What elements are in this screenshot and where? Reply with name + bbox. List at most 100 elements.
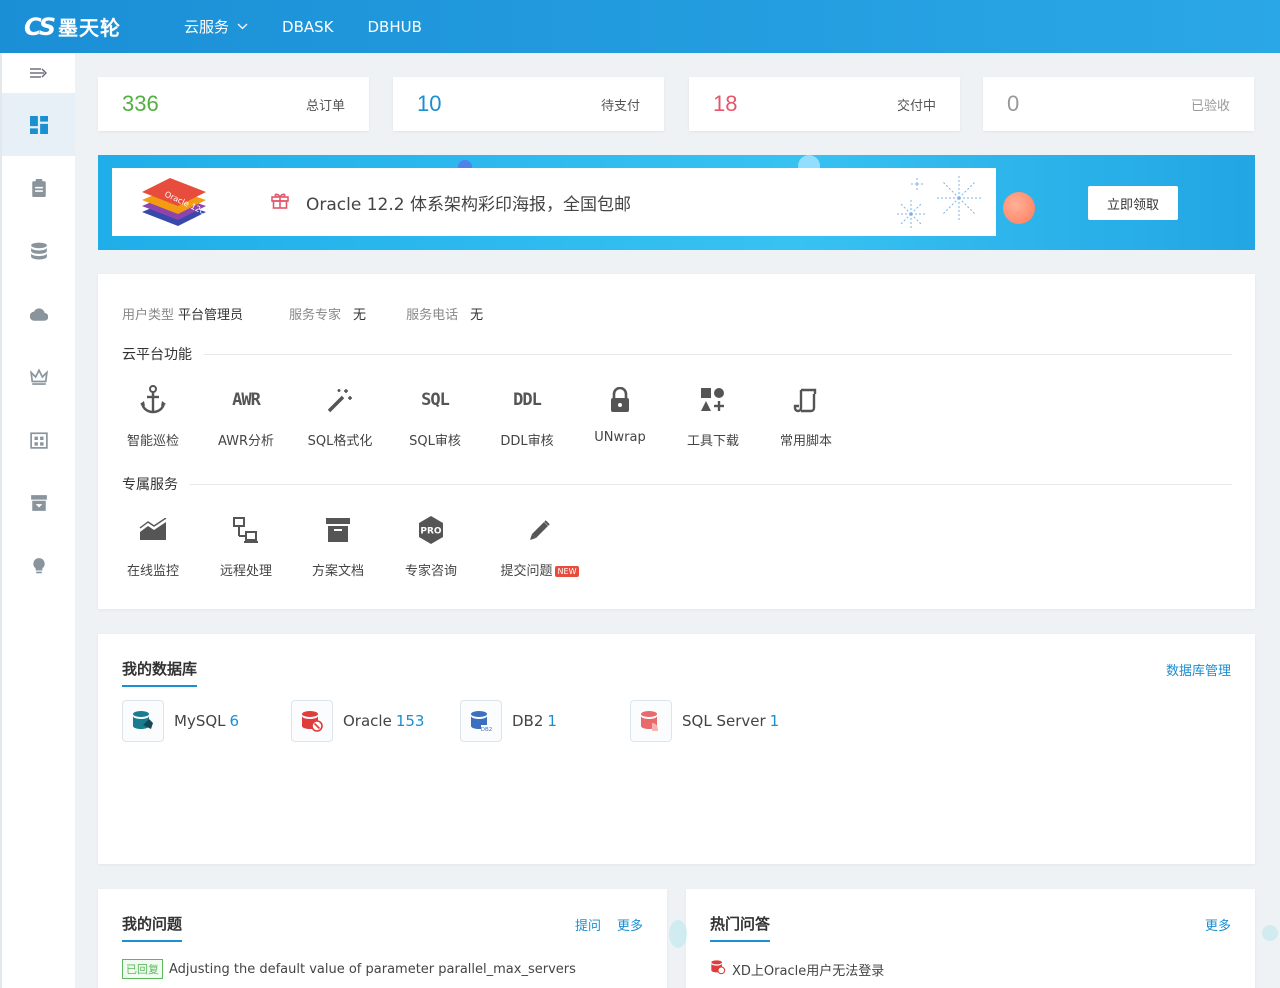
promo-banner[interactable]: Oracle 12c Oracle 12.2 体系架构彩印海报，全国包邮 立即领… — [98, 155, 1255, 250]
ddl-icon: DDL — [513, 390, 542, 410]
stat-value: 0 — [1007, 91, 1020, 116]
oracle-poster-graphic: Oracle 12c — [138, 174, 210, 236]
db-count: 153 — [395, 712, 425, 730]
tool-label: UNwrap — [594, 430, 646, 445]
service-label-text: 提交问题 — [500, 564, 553, 579]
service-online-monitor[interactable]: 在线监控 — [113, 512, 193, 579]
tool-ddl-review[interactable]: DDL DDL审核 — [487, 382, 567, 449]
stat-value: 336 — [122, 91, 159, 116]
sql-icon: SQL — [421, 390, 450, 410]
stat-card-total-orders[interactable]: 336 总订单 — [98, 77, 369, 131]
logo-mark: CS — [24, 12, 56, 41]
fireworks-graphic — [887, 170, 997, 238]
banner-content: Oracle 12c Oracle 12.2 体系架构彩印海报，全国包邮 — [112, 168, 996, 236]
nav-item-dbhub[interactable]: DBHUB — [367, 18, 421, 36]
sidebar-item-calendar[interactable] — [2, 408, 75, 471]
lightbulb-icon — [32, 557, 45, 573]
sidebar-item-vip[interactable] — [2, 345, 75, 408]
decorative-dot — [1262, 925, 1278, 941]
tool-label: 工具下载 — [686, 434, 739, 449]
decorative-orb — [1003, 192, 1035, 224]
db-item-mysql[interactable]: MySQL 6 — [122, 700, 239, 742]
tool-awr-analysis[interactable]: AWR AWR分析 — [206, 382, 286, 449]
stat-card-pending-payment[interactable]: 10 待支付 — [393, 77, 664, 131]
claim-now-button[interactable]: 立即领取 — [1088, 186, 1178, 220]
nav-item-cloud-service[interactable]: 云服务 — [184, 16, 248, 37]
tool-common-scripts[interactable]: 常用脚本 — [766, 382, 846, 449]
stat-card-accepted[interactable]: 0 已验收 — [983, 77, 1254, 131]
tool-smart-inspection[interactable]: 智能巡检 — [113, 382, 193, 449]
database-manage-link[interactable]: 数据库管理 — [1166, 660, 1231, 679]
logo-text: 墨天轮 — [58, 16, 122, 40]
divider — [204, 353, 1232, 355]
stat-label: 总订单 — [305, 98, 345, 114]
tool-sql-format[interactable]: SQL格式化 — [300, 382, 380, 449]
service-remote-handling[interactable]: 远程处理 — [206, 512, 286, 579]
nav-item-label: DBHUB — [367, 17, 422, 36]
db-item-db2[interactable]: DB2 DB2 1 — [460, 700, 557, 742]
lock-icon — [580, 382, 660, 418]
stat-card-delivering[interactable]: 18 交付中 — [689, 77, 960, 131]
cloud-icon — [29, 307, 48, 321]
tool-sql-review[interactable]: SQL SQL审核 — [395, 382, 475, 449]
cloud-functions-title: 云平台功能 — [122, 344, 1232, 364]
sqlserver-icon — [630, 700, 672, 742]
sidebar-item-dashboard[interactable] — [2, 93, 75, 156]
more-link[interactable]: 更多 — [617, 915, 643, 934]
logo[interactable]: CS 墨天轮 — [24, 12, 164, 41]
menu-expand-icon[interactable] — [2, 53, 75, 93]
svg-text:PRO: PRO — [420, 527, 442, 537]
sidebar-item-orders[interactable] — [2, 156, 75, 219]
mysql-icon — [122, 700, 164, 742]
sidebar-item-archive[interactable] — [2, 471, 75, 534]
stat-label: 已验收 — [1190, 98, 1230, 114]
gift-icon — [270, 190, 290, 214]
pencil-icon — [490, 512, 590, 548]
archive-box-icon — [298, 512, 378, 548]
db-count: 6 — [229, 712, 240, 730]
remote-icon — [206, 512, 286, 548]
sidebar-item-database[interactable] — [2, 219, 75, 282]
service-label: 提交问题 NEW — [490, 560, 590, 579]
db-count: 1 — [769, 712, 780, 730]
service-submit-question[interactable]: 提交问题 NEW — [490, 512, 590, 579]
db-name: DB2 — [512, 712, 544, 730]
section-title-text: 云平台功能 — [122, 347, 192, 363]
service-label: 在线监控 — [126, 564, 179, 579]
service-phone-key: 服务电话 — [406, 308, 459, 323]
question-row[interactable]: 已回复 Adjusting the default value of param… — [122, 959, 576, 979]
service-expert-value: 无 — [353, 308, 367, 323]
db-name: MySQL — [174, 712, 226, 730]
tool-label: SQL格式化 — [307, 434, 373, 449]
tool-unwrap[interactable]: UNwrap — [580, 382, 660, 445]
divider — [190, 483, 1232, 485]
archive-icon — [30, 494, 47, 511]
db-item-oracle[interactable]: Oracle 153 — [291, 700, 424, 742]
hot-question-row[interactable]: XD上Oracle用户无法登录 — [710, 959, 884, 979]
oracle-db-icon — [710, 959, 726, 979]
service-expert-consult[interactable]: PRO 专家咨询 — [391, 512, 471, 579]
functions-panel: 用户类型 平台管理员 服务专家 无 服务电话 无 云平台功能 智能巡检 AWR … — [98, 274, 1255, 609]
exclusive-services-title: 专属服务 — [122, 474, 1232, 494]
tool-label: 智能巡检 — [126, 434, 179, 449]
script-icon — [766, 382, 846, 418]
db-name: Oracle — [343, 712, 392, 730]
tool-label: AWR分析 — [217, 434, 275, 449]
section-title-text: 专属服务 — [122, 477, 178, 493]
db-item-sqlserver[interactable]: SQL Server 1 — [630, 700, 779, 742]
nav-item-label: DBASK — [282, 17, 334, 36]
panel-title: 我的数据库 — [122, 658, 198, 687]
service-solution-docs[interactable]: 方案文档 — [298, 512, 378, 579]
magic-wand-icon — [300, 382, 380, 418]
nav-item-dbask[interactable]: DBASK — [282, 18, 333, 36]
oracle-icon — [291, 700, 333, 742]
db-count: 1 — [547, 712, 557, 730]
tool-download[interactable]: 工具下载 — [673, 382, 753, 449]
sidebar-item-cloud[interactable] — [2, 282, 75, 345]
shapes-icon — [673, 382, 753, 418]
sidebar — [0, 53, 75, 988]
ask-question-link[interactable]: 提问 — [575, 915, 601, 934]
sidebar-item-ideas[interactable] — [2, 534, 75, 597]
panel-title: 热门问答 — [710, 913, 771, 942]
more-link[interactable]: 更多 — [1205, 915, 1231, 934]
